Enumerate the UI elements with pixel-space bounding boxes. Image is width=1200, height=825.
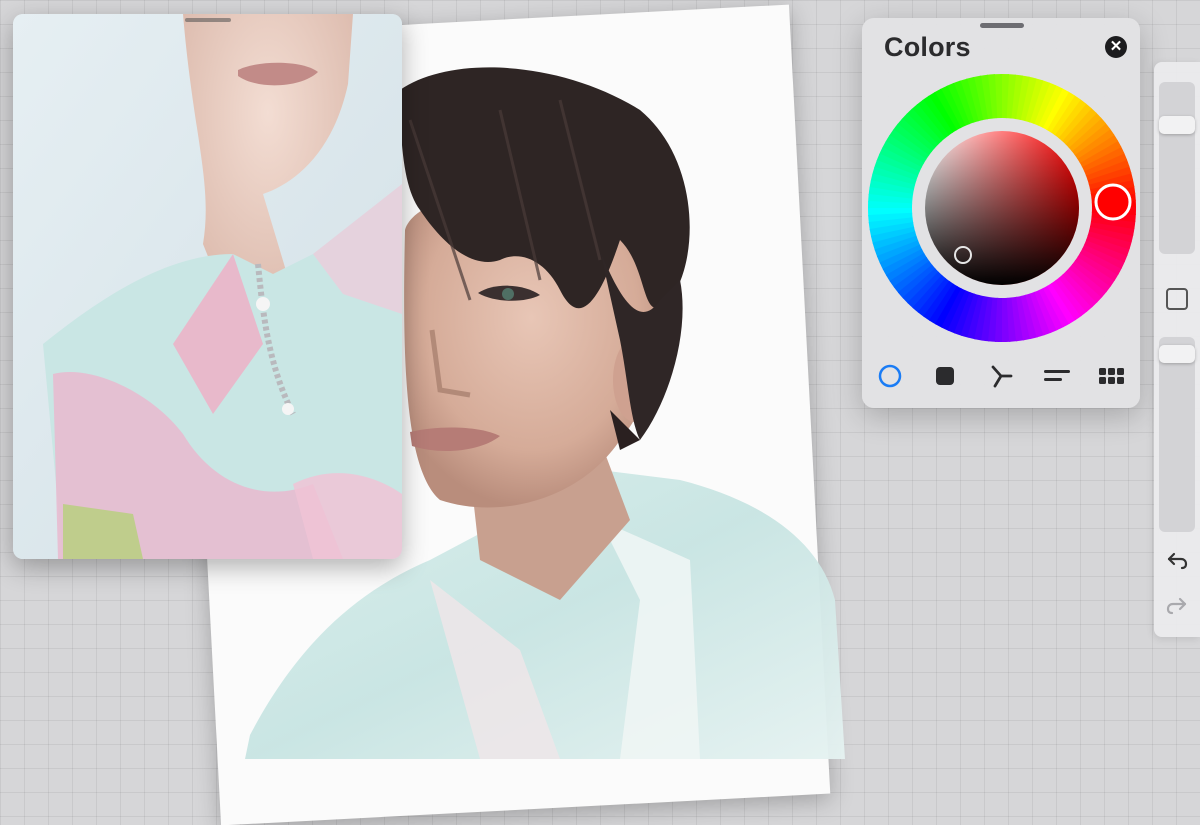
color-mode-tabs [862,358,1140,394]
saturation-value-disc[interactable] [925,131,1079,285]
harmony-mode-icon[interactable] [987,362,1015,390]
drag-handle[interactable] [185,18,231,22]
modify-square-icon[interactable] [1166,288,1188,310]
classic-mode-icon[interactable] [931,362,959,390]
opacity-slider[interactable] [1159,337,1195,532]
disc-mode-icon[interactable] [876,362,904,390]
palettes-mode-icon[interactable] [1098,362,1126,390]
hue-picker-handle[interactable] [1094,183,1132,221]
opacity-thumb[interactable] [1159,345,1195,363]
undo-arrow-icon[interactable] [1165,549,1189,573]
side-toolbar [1154,62,1200,637]
brush-size-slider[interactable] [1159,82,1195,254]
reference-window[interactable] [13,14,402,559]
panel-grab-handle[interactable] [980,23,1024,28]
redo-arrow-icon[interactable] [1165,594,1189,618]
colors-panel: Colors ✕ [862,18,1140,408]
panel-title: Colors [884,32,971,62]
value-mode-icon[interactable] [1042,362,1070,390]
close-icon[interactable]: ✕ [1105,36,1127,58]
brush-size-thumb[interactable] [1159,116,1195,134]
reference-photo [13,14,402,559]
color-wheel[interactable] [867,73,1137,343]
